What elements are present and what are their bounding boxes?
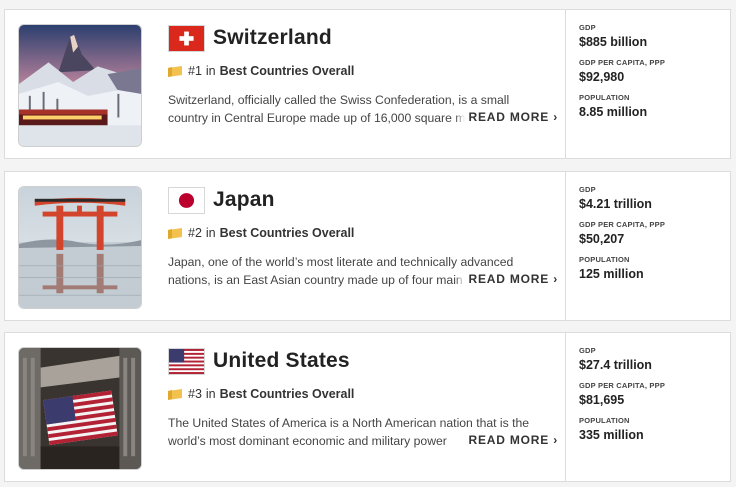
country-image-switzerland[interactable] [18, 24, 142, 147]
rank-in-text: in [205, 226, 216, 240]
rank-in-text: in [205, 387, 216, 401]
gdp-per-capita-value: $50,207 [579, 232, 625, 246]
gdp-per-capita-label: GDP PER CAPITA, PPP [579, 58, 666, 67]
read-more-button[interactable]: READ MORE › [454, 431, 558, 449]
country-name[interactable]: Switzerland [213, 26, 332, 50]
stock-exchange-image [19, 348, 141, 469]
population-label: POPULATION [579, 255, 630, 264]
rank-number: #3 [188, 387, 202, 401]
gdp-per-capita-label: GDP PER CAPITA, PPP [579, 381, 666, 390]
rank-ribbon-icon [168, 227, 182, 239]
country-info-united-states: United States #3 in Best Countries Overa… [168, 347, 558, 450]
country-name[interactable]: Japan [213, 188, 275, 212]
population-value: 335 million [579, 428, 644, 442]
country-image-united-states[interactable] [18, 347, 142, 470]
population-label: POPULATION [579, 93, 630, 102]
gdp-per-capita-label: GDP PER CAPITA, PPP [579, 220, 666, 229]
population-value: 125 million [579, 267, 644, 281]
country-info-switzerland: Switzerland #1 in Best Countries Overall… [168, 24, 558, 127]
swiss-flag-icon [168, 24, 205, 52]
japan-flag-icon [168, 186, 205, 214]
gdp-per-capita-value: $81,695 [579, 393, 625, 407]
rank-category-link[interactable]: Best Countries Overall [220, 64, 355, 78]
gdp-label: GDP [579, 185, 596, 194]
population-value: 8.85 million [579, 105, 648, 119]
country-stats: GDP $27.4 trillion GDP PER CAPITA, PPP $… [565, 333, 731, 481]
rank-in-text: in [205, 64, 216, 78]
rank-badge: #3 in Best Countries Overall [168, 386, 558, 402]
matterhorn-image [19, 25, 141, 146]
gdp-value: $4.21 trillion [579, 197, 652, 211]
us-flag-icon [168, 347, 205, 375]
gdp-per-capita-value: $92,980 [579, 70, 625, 84]
rank-category-link[interactable]: Best Countries Overall [220, 226, 355, 240]
rank-number: #1 [188, 64, 202, 78]
rank-ribbon-icon [168, 388, 182, 400]
rank-number: #2 [188, 226, 202, 240]
country-name[interactable]: United States [213, 349, 350, 373]
country-card-united-states[interactable]: United States #3 in Best Countries Overa… [4, 332, 731, 482]
country-info-japan: Japan #2 in Best Countries Overall Japan… [168, 186, 558, 289]
country-stats: GDP $885 billion GDP PER CAPITA, PPP $92… [565, 10, 731, 158]
read-more-button[interactable]: READ MORE › [454, 108, 558, 126]
country-stats: GDP $4.21 trillion GDP PER CAPITA, PPP $… [565, 172, 731, 320]
rank-category-link[interactable]: Best Countries Overall [220, 387, 355, 401]
country-image-japan[interactable] [18, 186, 142, 309]
gdp-value: $27.4 trillion [579, 358, 652, 372]
gdp-label: GDP [579, 346, 596, 355]
rank-ribbon-icon [168, 65, 182, 77]
torii-gate-image [19, 187, 141, 308]
country-card-japan[interactable]: Japan #2 in Best Countries Overall Japan… [4, 171, 731, 321]
read-more-button[interactable]: READ MORE › [454, 270, 558, 288]
rank-badge: #1 in Best Countries Overall [168, 63, 558, 79]
gdp-value: $885 billion [579, 35, 648, 49]
gdp-label: GDP [579, 23, 596, 32]
rank-badge: #2 in Best Countries Overall [168, 225, 558, 241]
country-card-switzerland[interactable]: Switzerland #1 in Best Countries Overall… [4, 9, 731, 159]
population-label: POPULATION [579, 416, 630, 425]
